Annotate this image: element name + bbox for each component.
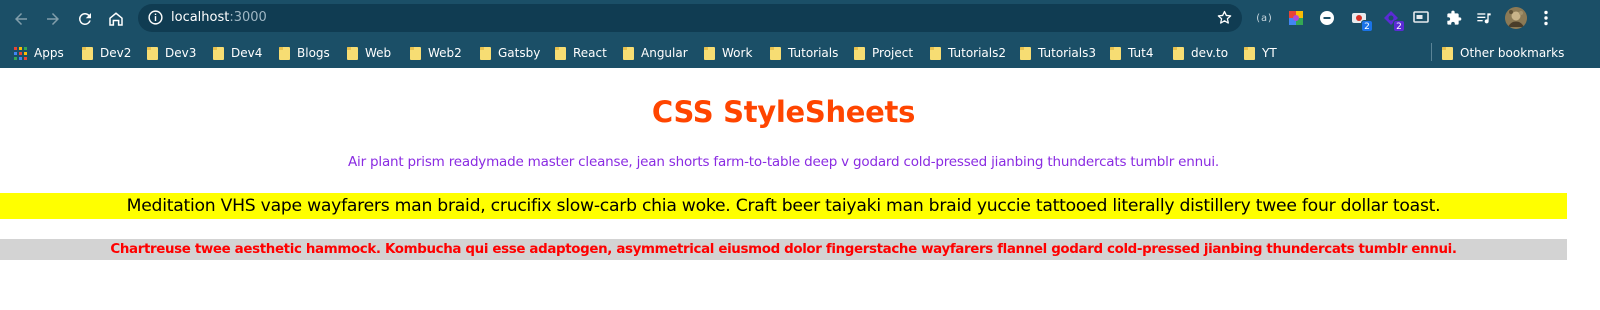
bookmark-label: Blogs — [297, 46, 330, 60]
bookmark-folder[interactable]: Web2 — [410, 43, 462, 63]
bookmark-folder[interactable]: Dev4 — [213, 43, 262, 63]
address-bar[interactable]: localhost:3000 — [138, 4, 1242, 32]
bookmark-label: Apps — [34, 46, 64, 60]
bookmark-label: Dev2 — [100, 46, 132, 60]
bookmark-folder[interactable]: Gatsby — [480, 43, 540, 63]
bookmark-folder[interactable]: Dev3 — [147, 43, 196, 63]
purple-paragraph: Air plant prism readymade master cleanse… — [348, 154, 1219, 170]
bookmark-folder[interactable]: Tutorials3 — [1020, 43, 1096, 63]
bookmark-folder[interactable]: Dev2 — [82, 43, 131, 63]
bookmark-label: Tutorials3 — [1038, 46, 1097, 60]
bookmark-other-folder[interactable]: Other bookmarks — [1442, 43, 1564, 63]
bookmark-folder[interactable]: Tutorials2 — [930, 43, 1006, 63]
reload-button[interactable] — [72, 6, 98, 32]
folder-icon — [347, 46, 358, 60]
extension-badge-count: 2 — [1361, 20, 1373, 32]
purple-extension-icon[interactable]: 2 — [1382, 9, 1405, 32]
info-icon[interactable] — [147, 9, 164, 26]
bookmark-label: Web — [365, 46, 392, 60]
url-host: localhost — [171, 10, 230, 25]
home-icon — [109, 12, 123, 26]
gray-background-paragraph: Chartreuse twee aesthetic hammock. Kombu… — [0, 239, 1567, 260]
bookmark-label: Dev4 — [231, 46, 263, 60]
folder-icon — [480, 46, 491, 60]
folder-icon — [623, 46, 634, 60]
folder-icon — [704, 46, 715, 60]
bookmark-label: Work — [722, 46, 753, 60]
media-queue-icon[interactable] — [1475, 9, 1493, 27]
folder-icon — [213, 46, 224, 60]
bookmark-label: YT — [1262, 46, 1277, 60]
bookmark-star-icon[interactable] — [1216, 9, 1233, 26]
bookmark-label: Tut4 — [1128, 46, 1154, 60]
forward-button[interactable] — [40, 6, 66, 32]
back-button[interactable] — [8, 6, 34, 32]
bookmark-folder[interactable]: Web — [347, 43, 391, 63]
bookmark-folder[interactable]: Project — [854, 43, 913, 63]
folder-icon — [770, 46, 781, 60]
bookmark-folder[interactable]: Work — [704, 43, 752, 63]
bookmark-label: Other bookmarks — [1460, 46, 1565, 60]
screen-extension-icon[interactable] — [1412, 9, 1430, 27]
bookmarks-divider — [1431, 43, 1432, 61]
home-button[interactable] — [103, 6, 129, 32]
purple-extension-badge-count: 2 — [1393, 20, 1405, 32]
profile-avatar[interactable] — [1505, 7, 1527, 29]
bookmark-label: Gatsby — [498, 46, 541, 60]
url-text[interactable]: localhost:3000 — [171, 10, 267, 25]
extension-badge-icon[interactable]: 2 — [1350, 9, 1373, 32]
folder-icon — [147, 46, 158, 60]
folder-icon — [1244, 46, 1255, 60]
folder-icon — [279, 46, 290, 60]
url-port: :3000 — [229, 10, 267, 25]
bookmark-label: Web2 — [428, 46, 462, 60]
folder-icon — [410, 46, 421, 60]
arrow-right-icon — [47, 13, 59, 25]
bookmark-folder[interactable]: Blogs — [279, 43, 330, 63]
browser-toolbar: localhost:3000 (a) 2 2 — [0, 0, 1600, 37]
folder-icon — [1173, 46, 1184, 60]
extension-parens-icon[interactable]: (a) — [1255, 9, 1273, 27]
folder-icon — [82, 46, 93, 60]
yellow-highlight-paragraph: Meditation VHS vape wayfarers man braid,… — [0, 193, 1567, 219]
bookmark-folder[interactable]: React — [555, 43, 607, 63]
circle-extension-icon[interactable] — [1318, 9, 1336, 27]
folder-icon — [930, 46, 941, 60]
reload-icon — [78, 12, 91, 25]
bookmark-label: Angular — [641, 46, 688, 60]
kebab-menu-icon[interactable] — [1537, 9, 1555, 27]
bookmark-label: Project — [872, 46, 914, 60]
page-viewport: CSS StyleSheets Air plant prism readymad… — [0, 68, 1600, 310]
bookmarks-bar: Apps Dev2 Dev3 Dev4 Blogs Web Web2 Gatsb… — [0, 37, 1600, 68]
bookmark-label: dev.to — [1191, 46, 1229, 60]
folder-icon — [555, 46, 566, 60]
bookmark-folder[interactable]: dev.to — [1173, 43, 1228, 63]
apps-grid-icon — [14, 46, 27, 60]
puzzle-icon[interactable] — [1445, 9, 1463, 27]
bookmark-folder[interactable]: Angular — [623, 43, 688, 63]
folder-icon — [1020, 46, 1031, 60]
bookmark-label: Tutorials2 — [948, 46, 1007, 60]
folder-icon — [1442, 46, 1453, 60]
page-title: CSS StyleSheets — [651, 95, 916, 129]
bookmark-apps[interactable]: Apps — [14, 43, 64, 63]
arrow-left-icon — [15, 13, 27, 25]
bookmark-folder[interactable]: Tutorials — [770, 43, 838, 63]
bookmark-folder[interactable]: Tut4 — [1110, 43, 1153, 63]
folder-icon — [1110, 46, 1121, 60]
bookmark-label: React — [573, 46, 607, 60]
color-picker-icon[interactable] — [1287, 9, 1305, 27]
bookmark-label: Tutorials — [788, 46, 839, 60]
bookmark-label: Dev3 — [165, 46, 197, 60]
bookmark-folder[interactable]: YT — [1244, 43, 1277, 63]
folder-icon — [854, 46, 865, 60]
